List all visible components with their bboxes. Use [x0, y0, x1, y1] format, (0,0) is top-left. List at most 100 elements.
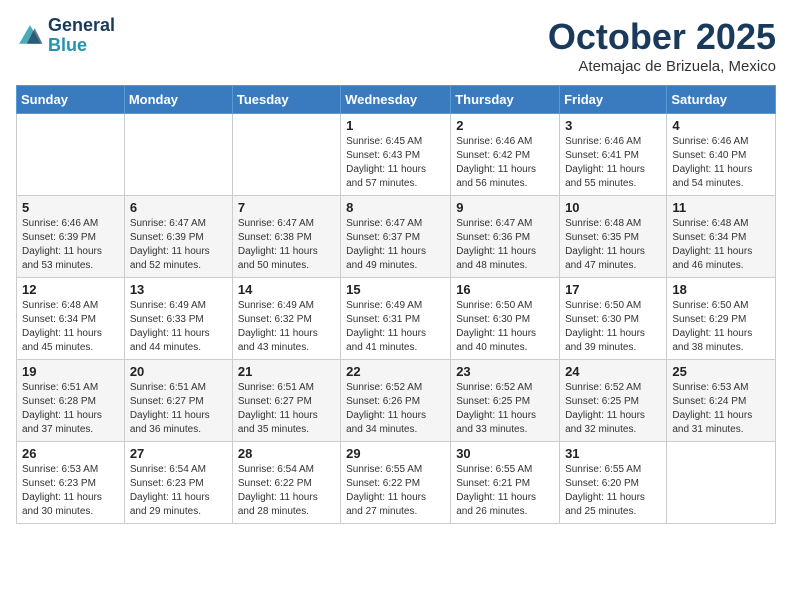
day-info: Sunrise: 6:48 AMSunset: 6:34 PMDaylight:…	[672, 217, 770, 273]
calendar-cell: 11 Sunrise: 6:48 AMSunset: 6:34 PMDayligh…	[667, 196, 776, 278]
day-number: 30	[456, 446, 554, 461]
day-number: 23	[456, 364, 554, 379]
day-of-week-friday: Friday	[560, 86, 667, 114]
day-number: 16	[456, 282, 554, 297]
day-info: Sunrise: 6:51 AMSunset: 6:27 PMDaylight:…	[130, 381, 227, 437]
day-number: 29	[346, 446, 445, 461]
day-info: Sunrise: 6:46 AMSunset: 6:40 PMDaylight:…	[672, 135, 770, 191]
calendar-cell: 25 Sunrise: 6:53 AMSunset: 6:24 PMDayligh…	[667, 360, 776, 442]
calendar-cell: 31Sunrise: 6:55 AMSunset: 6:20 PMDayligh…	[560, 442, 667, 524]
day-number: 4	[672, 118, 770, 133]
day-of-week-wednesday: Wednesday	[341, 86, 451, 114]
day-info: Sunrise: 6:47 AMSunset: 6:39 PMDaylight:…	[130, 217, 227, 273]
day-info: Sunrise: 6:52 AMSunset: 6:25 PMDaylight:…	[456, 381, 554, 437]
location-subtitle: Atemajac de Brizuela, Mexico	[548, 58, 776, 75]
week-row-2: 5 Sunrise: 6:46 AMSunset: 6:39 PMDaylight…	[17, 196, 776, 278]
day-of-week-saturday: Saturday	[667, 86, 776, 114]
calendar-cell: 16 Sunrise: 6:50 AMSunset: 6:30 PMDayligh…	[451, 278, 560, 360]
calendar-cell: 24 Sunrise: 6:52 AMSunset: 6:25 PMDayligh…	[560, 360, 667, 442]
day-info: Sunrise: 6:50 AMSunset: 6:30 PMDaylight:…	[565, 299, 661, 355]
day-info: Sunrise: 6:51 AMSunset: 6:27 PMDaylight:…	[238, 381, 335, 437]
calendar-cell: 10Sunrise: 6:48 AMSunset: 6:35 PMDayligh…	[560, 196, 667, 278]
day-info: Sunrise: 6:55 AMSunset: 6:20 PMDaylight:…	[565, 463, 661, 519]
day-number: 6	[130, 200, 227, 215]
day-of-week-tuesday: Tuesday	[232, 86, 340, 114]
day-number: 25	[672, 364, 770, 379]
days-of-week-row: SundayMondayTuesdayWednesdayThursdayFrid…	[17, 86, 776, 114]
calendar-table: SundayMondayTuesdayWednesdayThursdayFrid…	[16, 85, 776, 524]
day-number: 5	[22, 200, 119, 215]
calendar-cell: 28 Sunrise: 6:54 AMSunset: 6:22 PMDayligh…	[232, 442, 340, 524]
calendar-cell: 9Sunrise: 6:47 AMSunset: 6:36 PMDaylight…	[451, 196, 560, 278]
calendar-cell	[124, 114, 232, 196]
day-number: 8	[346, 200, 445, 215]
day-info: Sunrise: 6:46 AMSunset: 6:39 PMDaylight:…	[22, 217, 119, 273]
day-number: 3	[565, 118, 661, 133]
day-info: Sunrise: 6:49 AMSunset: 6:31 PMDaylight:…	[346, 299, 445, 355]
page-header: General Blue October 2025 Atemajac de Br…	[16, 16, 776, 75]
calendar-cell: 27 Sunrise: 6:54 AMSunset: 6:23 PMDayligh…	[124, 442, 232, 524]
calendar-cell: 21 Sunrise: 6:51 AMSunset: 6:27 PMDayligh…	[232, 360, 340, 442]
day-number: 18	[672, 282, 770, 297]
calendar-cell: 13Sunrise: 6:49 AMSunset: 6:33 PMDayligh…	[124, 278, 232, 360]
day-number: 15	[346, 282, 445, 297]
day-info: Sunrise: 6:47 AMSunset: 6:38 PMDaylight:…	[238, 217, 335, 273]
day-number: 20	[130, 364, 227, 379]
calendar-cell: 18 Sunrise: 6:50 AMSunset: 6:29 PMDayligh…	[667, 278, 776, 360]
day-info: Sunrise: 6:53 AMSunset: 6:24 PMDaylight:…	[672, 381, 770, 437]
week-row-5: 26 Sunrise: 6:53 AMSunset: 6:23 PMDayligh…	[17, 442, 776, 524]
day-number: 22	[346, 364, 445, 379]
calendar-cell: 12Sunrise: 6:48 AMSunset: 6:34 PMDayligh…	[17, 278, 125, 360]
day-info: Sunrise: 6:55 AMSunset: 6:21 PMDaylight:…	[456, 463, 554, 519]
week-row-1: 1 Sunrise: 6:45 AMSunset: 6:43 PMDaylight…	[17, 114, 776, 196]
calendar-cell: 14Sunrise: 6:49 AMSunset: 6:32 PMDayligh…	[232, 278, 340, 360]
calendar-cell: 17 Sunrise: 6:50 AMSunset: 6:30 PMDayligh…	[560, 278, 667, 360]
logo-text: General Blue	[48, 16, 115, 56]
day-number: 26	[22, 446, 119, 461]
day-number: 21	[238, 364, 335, 379]
calendar-cell: 30 Sunrise: 6:55 AMSunset: 6:21 PMDayligh…	[451, 442, 560, 524]
day-number: 2	[456, 118, 554, 133]
calendar-cell: 5 Sunrise: 6:46 AMSunset: 6:39 PMDaylight…	[17, 196, 125, 278]
week-row-3: 12Sunrise: 6:48 AMSunset: 6:34 PMDayligh…	[17, 278, 776, 360]
calendar-cell	[17, 114, 125, 196]
day-number: 27	[130, 446, 227, 461]
day-of-week-monday: Monday	[124, 86, 232, 114]
calendar-cell: 6 Sunrise: 6:47 AMSunset: 6:39 PMDaylight…	[124, 196, 232, 278]
day-number: 17	[565, 282, 661, 297]
day-number: 1	[346, 118, 445, 133]
day-number: 13	[130, 282, 227, 297]
day-info: Sunrise: 6:53 AMSunset: 6:23 PMDaylight:…	[22, 463, 119, 519]
calendar-cell: 4 Sunrise: 6:46 AMSunset: 6:40 PMDaylight…	[667, 114, 776, 196]
day-number: 24	[565, 364, 661, 379]
calendar-cell: 20 Sunrise: 6:51 AMSunset: 6:27 PMDayligh…	[124, 360, 232, 442]
day-info: Sunrise: 6:54 AMSunset: 6:23 PMDaylight:…	[130, 463, 227, 519]
day-info: Sunrise: 6:47 AMSunset: 6:37 PMDaylight:…	[346, 217, 445, 273]
calendar-cell: 8 Sunrise: 6:47 AMSunset: 6:37 PMDaylight…	[341, 196, 451, 278]
day-number: 19	[22, 364, 119, 379]
logo: General Blue	[16, 16, 115, 56]
day-info: Sunrise: 6:46 AMSunset: 6:42 PMDaylight:…	[456, 135, 554, 191]
day-info: Sunrise: 6:47 AMSunset: 6:36 PMDaylight:…	[456, 217, 554, 273]
calendar-header: SundayMondayTuesdayWednesdayThursdayFrid…	[17, 86, 776, 114]
calendar-cell: 7Sunrise: 6:47 AMSunset: 6:38 PMDaylight…	[232, 196, 340, 278]
day-info: Sunrise: 6:50 AMSunset: 6:30 PMDaylight:…	[456, 299, 554, 355]
calendar-cell: 2 Sunrise: 6:46 AMSunset: 6:42 PMDaylight…	[451, 114, 560, 196]
day-info: Sunrise: 6:45 AMSunset: 6:43 PMDaylight:…	[346, 135, 445, 191]
month-title: October 2025	[548, 16, 776, 58]
day-info: Sunrise: 6:52 AMSunset: 6:25 PMDaylight:…	[565, 381, 661, 437]
day-of-week-sunday: Sunday	[17, 86, 125, 114]
day-number: 10	[565, 200, 661, 215]
day-info: Sunrise: 6:54 AMSunset: 6:22 PMDaylight:…	[238, 463, 335, 519]
calendar-cell: 29 Sunrise: 6:55 AMSunset: 6:22 PMDayligh…	[341, 442, 451, 524]
day-number: 11	[672, 200, 770, 215]
logo-icon	[16, 22, 44, 50]
day-number: 28	[238, 446, 335, 461]
day-info: Sunrise: 6:55 AMSunset: 6:22 PMDaylight:…	[346, 463, 445, 519]
calendar-cell: 1 Sunrise: 6:45 AMSunset: 6:43 PMDaylight…	[341, 114, 451, 196]
day-info: Sunrise: 6:50 AMSunset: 6:29 PMDaylight:…	[672, 299, 770, 355]
calendar-cell: 15 Sunrise: 6:49 AMSunset: 6:31 PMDayligh…	[341, 278, 451, 360]
calendar-cell: 22Sunrise: 6:52 AMSunset: 6:26 PMDayligh…	[341, 360, 451, 442]
day-info: Sunrise: 6:46 AMSunset: 6:41 PMDaylight:…	[565, 135, 661, 191]
calendar-cell	[232, 114, 340, 196]
